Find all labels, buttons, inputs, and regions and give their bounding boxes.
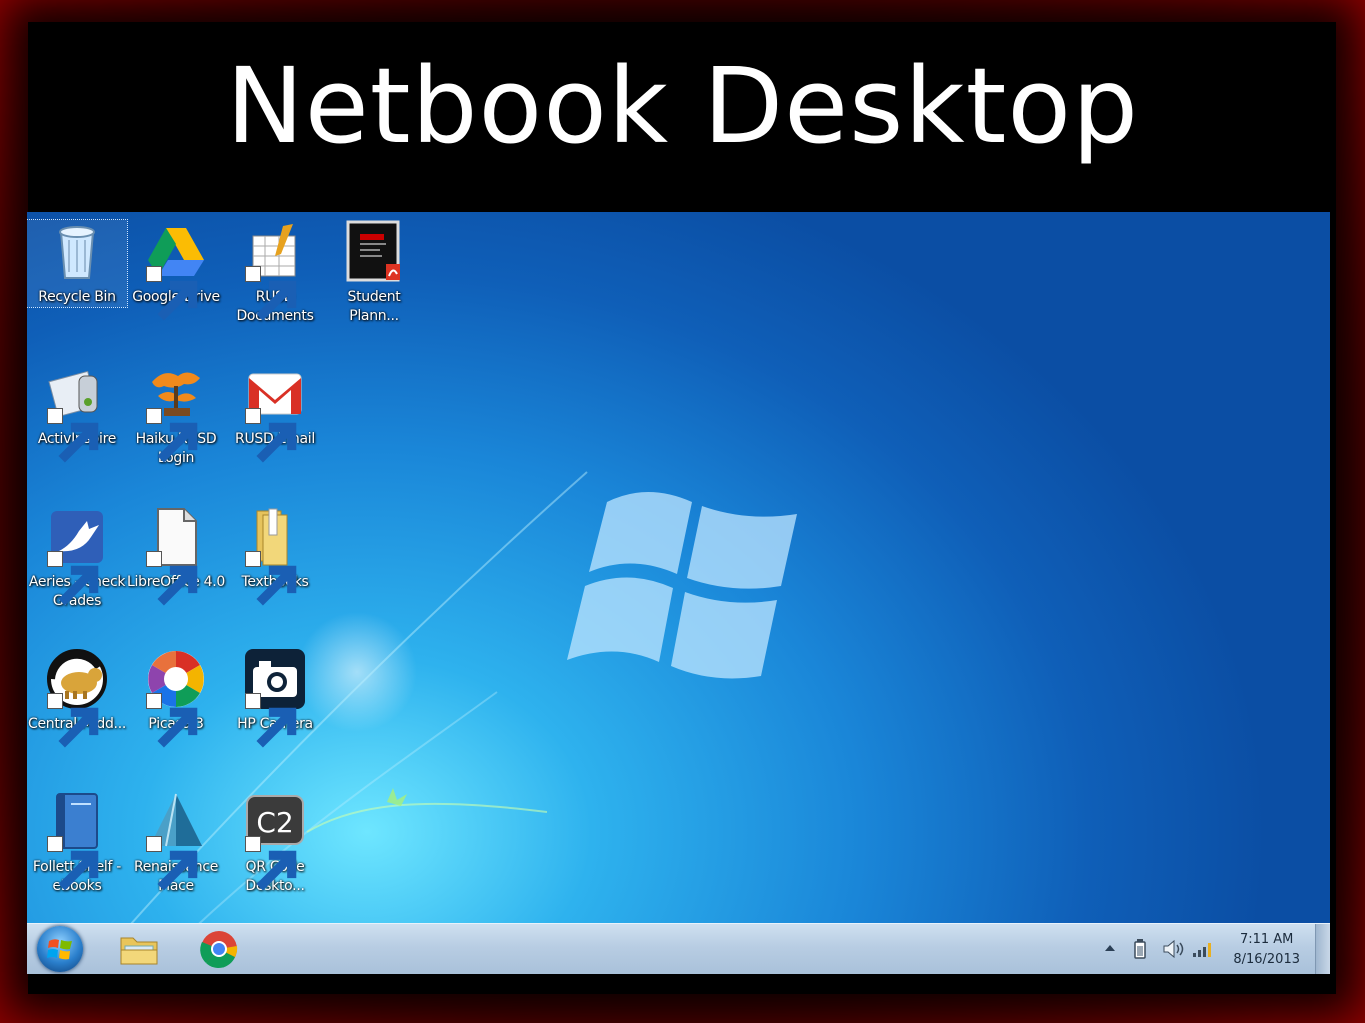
shortcut-arrow-icon <box>245 693 297 748</box>
recycle-bin-icon <box>45 220 109 284</box>
desktop-icon-qr-code-deskto[interactable]: C2 QR Code Deskto... <box>225 790 325 896</box>
pdf-document-icon <box>342 220 406 284</box>
desktop-icon-picasa-3[interactable]: Picasa 3 <box>126 647 226 748</box>
folder-icon <box>243 505 307 606</box>
shortcut-arrow-icon <box>47 408 99 463</box>
book-icon <box>45 790 109 891</box>
desktop-icon-haiku-rusd-login[interactable]: Haiku RUSD Login <box>126 362 226 468</box>
camera-icon <box>243 647 307 748</box>
desktop-icon-follett-shelf-ebooks[interactable]: Follett Shelf - eBooks <box>27 790 127 896</box>
windows-start-icon[interactable] <box>37 926 83 972</box>
pyramid-icon <box>144 790 208 891</box>
google-drive-icon <box>144 220 208 321</box>
shortcut-arrow-icon <box>146 408 198 463</box>
windows-desktop[interactable]: Recycle Bin Google Drive RUSD Documents Stu… <box>27 212 1330 974</box>
activinspire-icon <box>45 362 109 463</box>
show-hidden-icons-arrow[interactable] <box>1103 938 1117 962</box>
desktop-icon-recycle-bin[interactable]: Recycle Bin <box>27 219 128 308</box>
shortcut-arrow-icon <box>47 836 99 891</box>
shortcut-arrow-icon <box>47 551 99 606</box>
chrome-icon[interactable] <box>195 928 243 970</box>
desktop-icon-textbooks[interactable]: Textbooks <box>225 505 325 606</box>
aeries-bird-icon <box>45 505 109 606</box>
desktop-icon-label: Recycle Bin <box>38 289 116 305</box>
system-clock[interactable]: 7:11 AM 8/16/2013 <box>1233 930 1300 970</box>
bonsai-tree-icon <box>144 362 208 463</box>
network-signal-icon[interactable] <box>1191 938 1215 964</box>
clock-time: 7:11 AM <box>1239 932 1294 947</box>
shortcut-arrow-icon <box>146 551 198 606</box>
desktop-icon-hp-camera[interactable]: HP Camera <box>225 647 325 748</box>
clock-date: 8/16/2013 <box>1233 952 1300 967</box>
desktop-icon-rusd-email[interactable]: RUSD Email <box>225 362 325 463</box>
shortcut-arrow-icon <box>146 836 198 891</box>
taskbar: 7:11 AM 8/16/2013 <box>27 923 1330 974</box>
bear-logo-icon <box>45 647 109 748</box>
shortcut-arrow-icon <box>146 693 198 748</box>
libreoffice-icon <box>144 505 208 606</box>
picasa-icon <box>144 647 208 748</box>
shortcut-arrow-icon <box>245 266 297 321</box>
desktop-icon-aeries-check-grades[interactable]: Aeries - Check Grades <box>27 505 127 611</box>
desktop-icon-libreoffice-4-0[interactable]: LibreOffice 4.0 <box>126 505 226 606</box>
rusd-documents-icon <box>243 220 307 321</box>
svg-text:C2: C2 <box>256 806 293 839</box>
windows-logo-wallpaper <box>567 492 797 679</box>
explorer-folder-icon[interactable] <box>115 928 163 970</box>
desktop-icon-student-plann[interactable]: Student Plann... <box>324 220 424 326</box>
shortcut-arrow-icon <box>245 836 297 891</box>
desktop-icon-activinspire[interactable]: ActivInspire <box>27 362 127 463</box>
shortcut-arrow-icon <box>146 266 198 321</box>
desktop-icon-renaissance-place[interactable]: Renaissance Place <box>126 790 226 896</box>
desktop-icon-label: Student Plann... <box>347 289 401 324</box>
shortcut-arrow-icon <box>245 408 297 463</box>
desktop-icon-google-drive[interactable]: Google Drive <box>126 220 226 321</box>
battery-icon[interactable] <box>1133 938 1147 964</box>
volume-icon[interactable] <box>1161 938 1185 964</box>
show-desktop-button[interactable] <box>1315 924 1330 974</box>
slide-title: Netbook Desktop <box>225 45 1139 167</box>
desktop-icon-rusd-documents[interactable]: RUSD Documents <box>225 220 325 326</box>
desktop-icon-central-midd[interactable]: Central Midd... <box>27 647 127 748</box>
shortcut-arrow-icon <box>47 693 99 748</box>
c2-qr-icon: C2 <box>243 790 307 891</box>
gmail-icon <box>243 362 307 463</box>
shortcut-arrow-icon <box>245 551 297 606</box>
